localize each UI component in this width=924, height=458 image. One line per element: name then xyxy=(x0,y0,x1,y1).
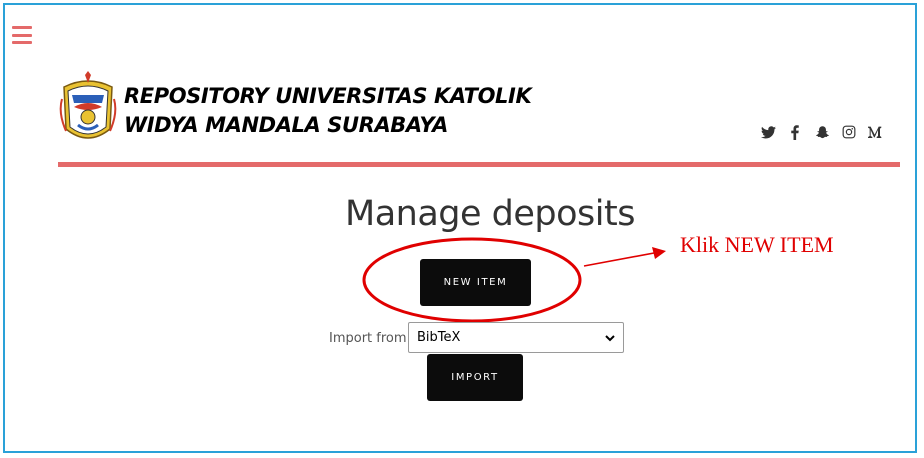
import-button[interactable]: IMPORT xyxy=(427,354,523,401)
header-divider xyxy=(58,162,900,167)
instagram-icon[interactable] xyxy=(841,124,857,140)
menu-icon[interactable] xyxy=(12,26,32,44)
chevron-down-icon xyxy=(605,329,615,347)
social-links xyxy=(760,124,884,140)
medium-icon[interactable] xyxy=(868,124,884,140)
snapchat-icon[interactable] xyxy=(814,124,830,140)
page-title: Manage deposits xyxy=(345,194,635,234)
new-item-button[interactable]: NEW ITEM xyxy=(420,259,531,306)
site-title-line2: WIDYA MANDALA SURABAYA xyxy=(124,113,448,137)
annotation-text: Klik NEW ITEM xyxy=(680,232,834,257)
site-title[interactable]: REPOSITORY UNIVERSITAS KATOLIK WIDYA MAN… xyxy=(124,82,532,140)
university-logo xyxy=(58,69,118,149)
import-from-label: Import from xyxy=(329,331,407,346)
import-format-value: BibTeX xyxy=(417,330,461,345)
import-format-select[interactable]: BibTeX xyxy=(408,322,624,353)
site-title-line1: REPOSITORY UNIVERSITAS KATOLIK xyxy=(124,84,532,108)
twitter-icon[interactable] xyxy=(760,124,776,140)
facebook-icon[interactable] xyxy=(787,124,803,140)
